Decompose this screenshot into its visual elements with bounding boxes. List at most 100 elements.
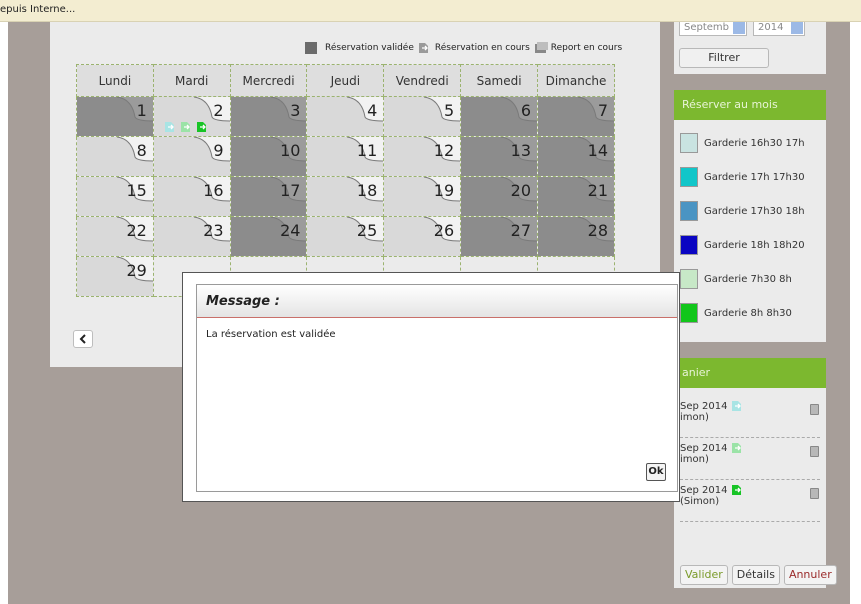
day-cell[interactable]: 5 bbox=[383, 96, 462, 137]
day-cell[interactable]: 11 bbox=[306, 136, 385, 177]
day-cell[interactable]: 1 bbox=[76, 96, 154, 137]
day-cell[interactable]: 14 bbox=[537, 136, 615, 177]
day-cell[interactable]: 3 bbox=[229, 96, 308, 137]
day-number: 29 bbox=[126, 261, 147, 280]
day-cell[interactable]: 20 bbox=[460, 176, 539, 217]
month-select[interactable]: Septemb bbox=[679, 22, 747, 36]
trash-icon[interactable] bbox=[810, 446, 819, 457]
day-box: 21 bbox=[538, 177, 614, 216]
day-cell[interactable]: 7 bbox=[537, 96, 615, 137]
reservation-icon bbox=[732, 401, 742, 411]
filter-button[interactable]: Filtrer bbox=[679, 48, 769, 68]
day-cell[interactable]: 21 bbox=[537, 176, 615, 217]
day-box: 26 bbox=[384, 217, 461, 256]
browser-status-bar: epuis Interne... bbox=[0, 0, 861, 22]
cart-item: Sep 2014 (Simon) bbox=[680, 482, 820, 522]
trash-icon[interactable] bbox=[810, 404, 819, 415]
day-number: 10 bbox=[280, 141, 301, 160]
validate-button[interactable]: Valider bbox=[680, 565, 728, 585]
day-number: 9 bbox=[213, 141, 224, 160]
month-slot[interactable]: Garderie 17h30 18h bbox=[680, 200, 805, 222]
year-select[interactable]: 2014 bbox=[753, 22, 805, 36]
slot-color-swatch bbox=[680, 235, 698, 255]
day-box: 13 bbox=[461, 137, 538, 176]
day-number: 5 bbox=[443, 101, 455, 120]
day-cell[interactable]: 27 bbox=[460, 216, 539, 257]
day-number: 28 bbox=[587, 221, 608, 240]
slot-color-swatch bbox=[680, 133, 698, 153]
chevron-down-icon bbox=[791, 22, 803, 34]
day-cell[interactable]: 9 bbox=[152, 136, 231, 177]
month-slot[interactable]: Garderie 7h30 8h bbox=[680, 268, 792, 290]
day-cell[interactable]: 16 bbox=[152, 176, 231, 217]
cart-item-date: Sep 2014 bbox=[680, 400, 743, 412]
cart-item-date: Sep 2014 bbox=[680, 442, 743, 454]
day-cell[interactable]: 4 bbox=[306, 96, 385, 137]
day-cell[interactable]: 18 bbox=[306, 176, 385, 217]
reservation-icon[interactable] bbox=[180, 121, 192, 133]
cancel-button[interactable]: Annuler bbox=[783, 565, 837, 585]
prev-month-button[interactable] bbox=[73, 330, 93, 348]
day-box: 8 bbox=[77, 137, 153, 176]
day-cell[interactable]: 24 bbox=[229, 216, 308, 257]
day-cell[interactable]: 12 bbox=[383, 136, 462, 177]
day-number: 13 bbox=[510, 141, 532, 160]
details-button[interactable]: Détails bbox=[731, 565, 780, 585]
report-icon bbox=[534, 42, 548, 54]
day-number: 22 bbox=[126, 221, 147, 240]
day-cell[interactable]: 2 bbox=[152, 96, 231, 137]
day-cell[interactable]: 25 bbox=[306, 216, 385, 257]
day-cell[interactable]: 26 bbox=[383, 216, 462, 257]
day-header: Jeudi bbox=[306, 64, 385, 97]
day-box: 28 bbox=[538, 217, 614, 256]
day-cell[interactable]: 23 bbox=[152, 216, 231, 257]
day-number: 27 bbox=[510, 221, 532, 240]
month-slot[interactable]: Garderie 17h 17h30 bbox=[680, 166, 805, 188]
day-box: 20 bbox=[461, 177, 538, 216]
day-number: 18 bbox=[356, 181, 378, 200]
day-box: 22 bbox=[77, 217, 153, 256]
slot-color-swatch bbox=[680, 269, 698, 289]
day-box: 23 bbox=[153, 217, 230, 256]
reservation-icon bbox=[732, 443, 742, 453]
day-number: 6 bbox=[520, 101, 532, 120]
day-box: 11 bbox=[307, 137, 384, 176]
day-box: 15 bbox=[77, 177, 153, 216]
cart-item-child: imon) bbox=[680, 454, 709, 465]
day-number: 20 bbox=[510, 181, 532, 200]
month-slot[interactable]: Garderie 18h 18h20 bbox=[680, 234, 805, 256]
day-cell[interactable]: 17 bbox=[229, 176, 308, 217]
trash-icon[interactable] bbox=[810, 488, 819, 499]
dialog-title: Message : bbox=[206, 294, 280, 309]
slot-color-swatch bbox=[680, 201, 698, 221]
day-box: 6 bbox=[461, 97, 538, 136]
ok-button[interactable]: Ok bbox=[646, 463, 666, 481]
day-box: 7 bbox=[538, 97, 614, 136]
cart-title: anier bbox=[674, 358, 826, 388]
day-cell[interactable]: 22 bbox=[76, 216, 154, 257]
day-cell[interactable]: 10 bbox=[229, 136, 308, 177]
validated-swatch bbox=[305, 42, 317, 54]
month-slot[interactable]: Garderie 8h 8h30 bbox=[680, 302, 792, 324]
day-cell[interactable]: 8 bbox=[76, 136, 154, 177]
day-cell[interactable]: 19 bbox=[383, 176, 462, 217]
day-header: Vendredi bbox=[383, 64, 462, 97]
day-cell[interactable]: 15 bbox=[76, 176, 154, 217]
day-box: 16 bbox=[153, 177, 230, 216]
day-box: 29 bbox=[77, 257, 153, 296]
day-cell[interactable]: 13 bbox=[460, 136, 539, 177]
reservation-icon[interactable] bbox=[164, 121, 176, 133]
day-cell[interactable]: 28 bbox=[537, 216, 615, 257]
day-cell[interactable]: 29 bbox=[76, 256, 154, 297]
day-number: 17 bbox=[280, 181, 301, 200]
day-cell[interactable]: 6 bbox=[460, 96, 539, 137]
reservation-icon[interactable] bbox=[196, 121, 208, 133]
day-header: Mercredi bbox=[229, 64, 308, 97]
day-box: 9 bbox=[153, 137, 230, 176]
day-header: Samedi bbox=[460, 64, 539, 97]
day-number: 24 bbox=[280, 221, 301, 240]
slot-color-swatch bbox=[680, 167, 698, 187]
day-number: 8 bbox=[136, 141, 147, 160]
month-slot[interactable]: Garderie 16h30 17h bbox=[680, 132, 805, 154]
left-margin bbox=[0, 22, 8, 604]
